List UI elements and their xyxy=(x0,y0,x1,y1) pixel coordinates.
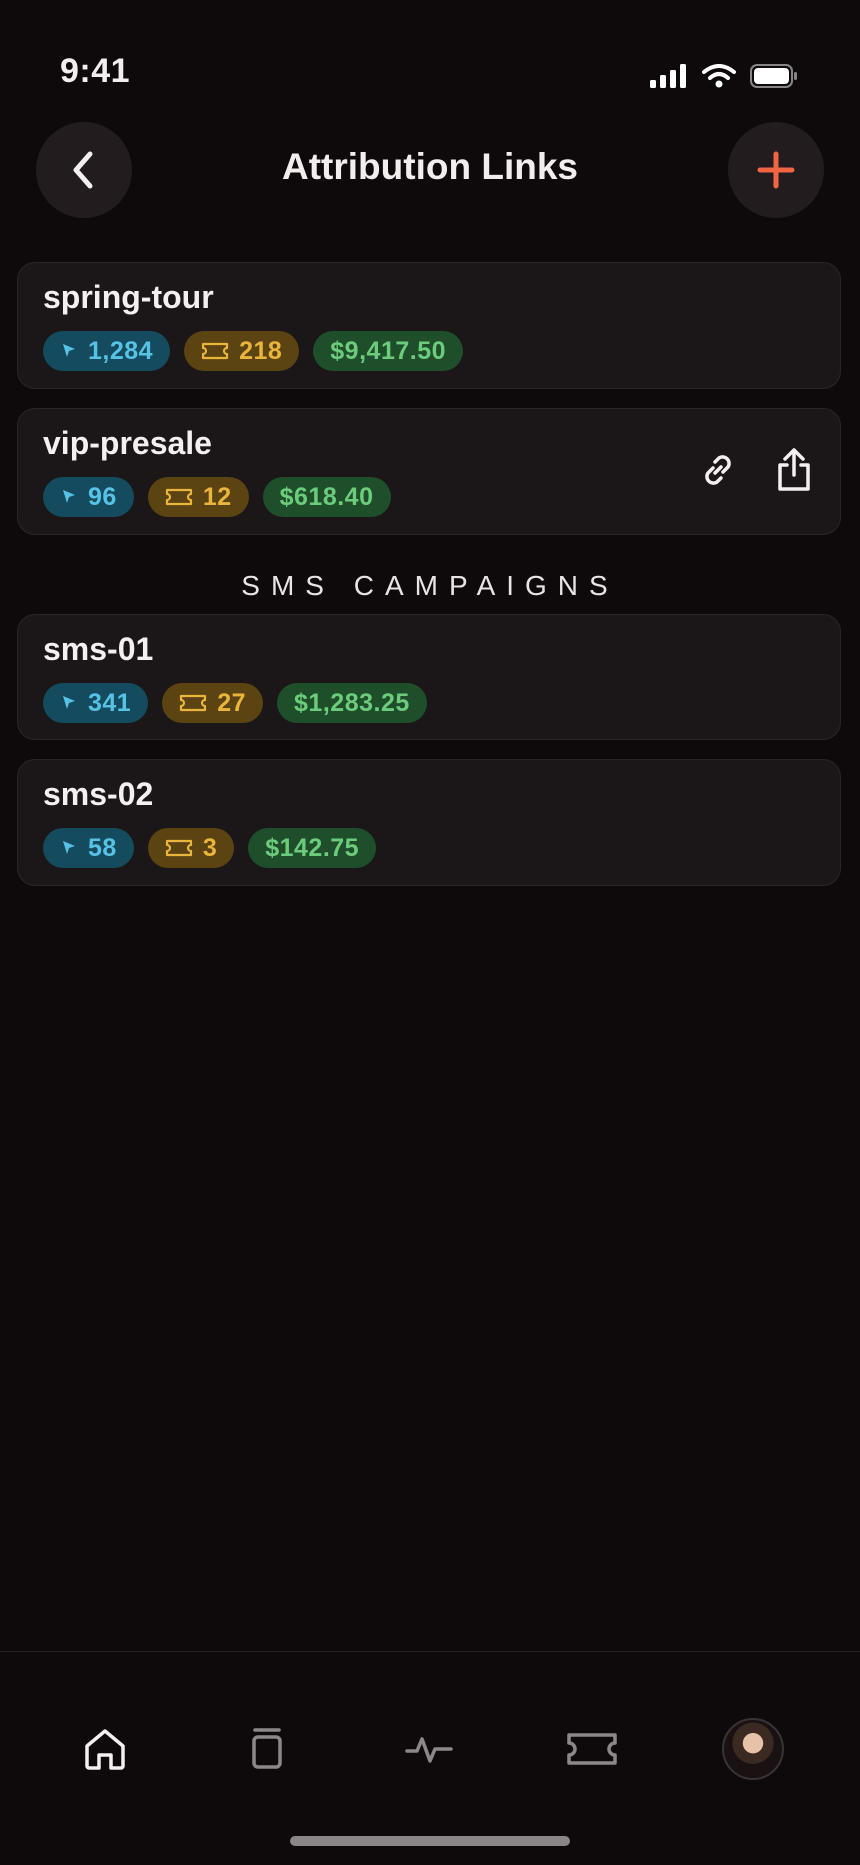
ticket-icon xyxy=(201,342,229,360)
profile-avatar xyxy=(722,1718,784,1780)
signal-icon xyxy=(650,64,686,88)
home-icon xyxy=(85,1729,125,1770)
wifi-icon xyxy=(702,64,736,88)
cursor-icon xyxy=(63,841,75,854)
tickets-count: 218 xyxy=(239,336,283,365)
revenue-badge: $618.40 xyxy=(262,477,391,517)
copy-link-button[interactable] xyxy=(696,448,740,497)
cursor-icon xyxy=(63,344,75,357)
link-card-spring-tour[interactable]: spring-tour 1,284 218 $9,417.50 xyxy=(17,262,841,389)
revenue-badge: $9,417.50 xyxy=(313,331,463,371)
status-icons xyxy=(650,64,798,88)
clicks-count: 1,284 xyxy=(88,336,154,365)
revenue-badge: $1,283.25 xyxy=(277,683,427,723)
clicks-count: 341 xyxy=(88,688,132,717)
link-card-sms-01[interactable]: sms-01 341 27 $1,283.25 xyxy=(17,614,841,740)
clicks-badge: 96 xyxy=(43,477,134,517)
add-link-button[interactable] xyxy=(728,122,824,218)
link-card-vip-presale[interactable]: vip-presale 96 12 $618.40 xyxy=(17,408,841,535)
link-name: sms-02 xyxy=(43,776,154,812)
tickets-badge: 27 xyxy=(162,683,264,723)
ticket-icon xyxy=(165,488,192,506)
revenue-amount: $618.40 xyxy=(279,482,374,511)
home-indicator xyxy=(290,1836,570,1846)
clicks-count: 58 xyxy=(88,833,117,862)
revenue-amount: $9,417.50 xyxy=(330,336,446,365)
section-header-sms: SMS CAMPAIGNS xyxy=(241,570,619,601)
tab-bar xyxy=(0,1651,860,1865)
clicks-badge: 1,284 xyxy=(43,331,171,371)
revenue-badge: $142.75 xyxy=(248,828,377,868)
status-time: 9:41 xyxy=(60,52,131,90)
pages-icon xyxy=(252,1728,282,1769)
ticket-icon xyxy=(567,1733,617,1765)
link-name: vip-presale xyxy=(43,425,212,461)
revenue-amount: $142.75 xyxy=(265,833,360,862)
tab-activity[interactable] xyxy=(392,1712,466,1786)
tab-pages[interactable] xyxy=(230,1712,304,1786)
battery-icon xyxy=(750,64,797,88)
link-icon xyxy=(705,455,731,485)
clicks-badge: 341 xyxy=(43,683,149,723)
plus-icon xyxy=(757,151,795,189)
tickets-badge: 218 xyxy=(184,331,300,371)
link-card-sms-02[interactable]: sms-02 58 3 $142.75 xyxy=(17,759,841,886)
ticket-icon xyxy=(180,694,207,712)
cursor-icon xyxy=(63,490,75,503)
clicks-count: 96 xyxy=(88,482,117,511)
activity-icon xyxy=(405,1737,453,1763)
link-name: spring-tour xyxy=(43,279,214,315)
cursor-icon xyxy=(63,696,75,709)
share-button[interactable] xyxy=(774,447,814,498)
revenue-amount: $1,283.25 xyxy=(294,688,410,717)
tab-tickets[interactable] xyxy=(555,1712,629,1786)
share-icon xyxy=(778,448,810,491)
tab-profile[interactable] xyxy=(716,1712,790,1786)
tab-home[interactable] xyxy=(68,1712,142,1786)
ticket-icon xyxy=(165,839,192,857)
link-name: sms-01 xyxy=(43,631,154,667)
clicks-badge: 58 xyxy=(43,828,134,868)
tickets-count: 3 xyxy=(202,833,218,862)
tickets-badge: 3 xyxy=(147,828,235,868)
tickets-count: 27 xyxy=(217,688,247,717)
tickets-count: 12 xyxy=(202,482,232,511)
tickets-badge: 12 xyxy=(147,477,249,517)
